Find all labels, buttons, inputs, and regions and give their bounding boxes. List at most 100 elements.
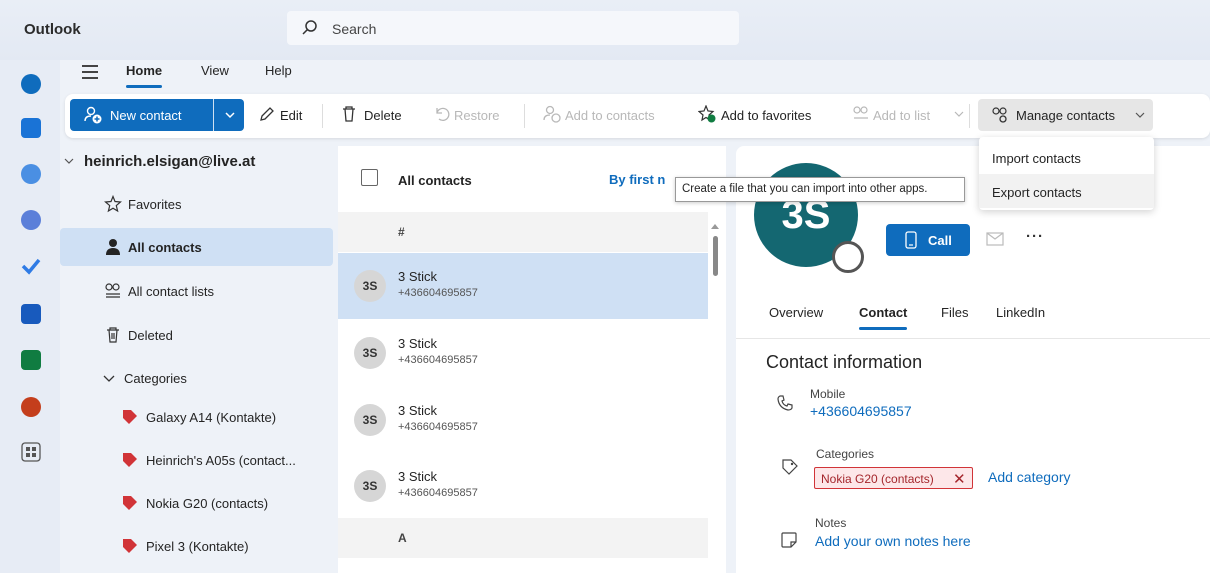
group-label: A xyxy=(398,531,407,545)
folder-all-contacts[interactable]: All contacts xyxy=(60,228,333,266)
category-label: Galaxy A14 (Kontakte) xyxy=(146,410,277,425)
scrollbar-thumb[interactable] xyxy=(713,236,718,276)
groups-app-icon[interactable] xyxy=(21,210,41,230)
contact-details: 3S Call ··· Overview Contact Files Linke… xyxy=(736,146,1210,573)
scrollbar[interactable] xyxy=(711,224,719,573)
group-header: # xyxy=(338,212,708,252)
sort-button[interactable]: By first n xyxy=(609,172,665,187)
contact-phone: +436604695857 xyxy=(398,421,478,433)
account-name[interactable]: heinrich.elsigan@live.at xyxy=(84,153,255,170)
word-app-icon[interactable] xyxy=(21,304,41,324)
folder-all-contact-lists[interactable]: All contact lists xyxy=(60,272,333,310)
folder-categories[interactable]: Categories xyxy=(60,359,333,397)
people-list-icon xyxy=(105,283,120,298)
restore-button[interactable]: Restore xyxy=(454,108,500,123)
manage-contacts-button[interactable]: Manage contacts xyxy=(978,99,1153,131)
notes-input[interactable]: Add your own notes here xyxy=(815,533,971,549)
select-all-checkbox[interactable] xyxy=(361,169,378,186)
contact-name: 3 Stick xyxy=(398,469,438,484)
contact-row[interactable]: 3S 3 Stick +436604695857 xyxy=(338,253,708,319)
search-box[interactable]: Search xyxy=(287,11,739,45)
section-title: Contact information xyxy=(766,352,923,372)
folder-pane: heinrich.elsigan@live.at Favorites All c… xyxy=(60,138,338,573)
category-item[interactable]: Pixel 3 (Kontakte) xyxy=(60,527,333,565)
scroll-up-icon[interactable] xyxy=(711,224,719,229)
category-item[interactable]: Galaxy A14 (Kontakte) xyxy=(60,398,333,436)
add-category-link[interactable]: Add category xyxy=(988,469,1071,485)
chevron-down-icon[interactable] xyxy=(64,156,74,166)
tag-icon xyxy=(123,410,137,424)
search-icon xyxy=(302,20,317,35)
close-icon[interactable]: ✕ xyxy=(953,470,966,488)
powerpoint-app-icon[interactable] xyxy=(21,397,41,417)
category-chip[interactable]: Nokia G20 (contacts) ✕ xyxy=(814,467,973,489)
list-header: All contacts By first n xyxy=(338,146,726,212)
tag-icon xyxy=(123,453,137,467)
tab-home[interactable]: Home xyxy=(126,63,163,88)
contact-row[interactable]: 3S 3 Stick +436604695857 xyxy=(338,387,708,453)
ribbon-tabs: Home View Help xyxy=(60,60,1210,94)
category-item[interactable]: Heinrich's A05s (contact... xyxy=(60,441,333,479)
category-chip-label: Nokia G20 (contacts) xyxy=(821,472,934,486)
tab-contact[interactable]: Contact xyxy=(859,305,908,330)
app-rail xyxy=(0,60,60,573)
new-contact-label: New contact xyxy=(110,108,182,123)
folder-label: Categories xyxy=(124,371,187,386)
mail-icon[interactable] xyxy=(986,232,1004,246)
chevron-down-icon xyxy=(954,111,964,117)
pencil-icon xyxy=(260,107,274,121)
tab-help[interactable]: Help xyxy=(265,63,292,78)
hamburger-menu-icon[interactable] xyxy=(82,65,98,79)
contact-phone: +436604695857 xyxy=(398,354,478,366)
chevron-down-icon[interactable] xyxy=(223,108,237,122)
tab-view[interactable]: View xyxy=(201,63,229,78)
new-contact-button[interactable]: New contact xyxy=(70,99,244,131)
tab-overview[interactable]: Overview xyxy=(769,305,823,320)
import-contacts-menu-item[interactable]: Import contacts xyxy=(979,140,1154,174)
phone-icon xyxy=(777,395,793,411)
manage-contacts-menu: Import contacts Export contacts xyxy=(979,137,1154,210)
contact-row[interactable]: 3S 3 Stick +436604695857 xyxy=(338,453,708,519)
category-item[interactable]: Nokia G20 (contacts) xyxy=(60,484,333,522)
folder-deleted[interactable]: Deleted xyxy=(60,316,333,354)
tooltip-text: Create a file that you can import into o… xyxy=(682,183,928,195)
edit-button[interactable]: Edit xyxy=(280,108,302,123)
mail-app-icon[interactable] xyxy=(21,74,41,94)
more-options-button[interactable]: ··· xyxy=(1026,228,1044,245)
avatar: 3S xyxy=(354,404,386,436)
tab-linkedin[interactable]: LinkedIn xyxy=(996,305,1045,320)
search-placeholder: Search xyxy=(332,21,377,37)
menu-item-label: Import contacts xyxy=(992,151,1081,166)
contact-name: 3 Stick xyxy=(398,336,438,351)
contact-phone: +436604695857 xyxy=(398,487,478,499)
export-contacts-menu-item[interactable]: Export contacts xyxy=(979,174,1154,208)
contact-row[interactable]: 3S 3 Stick +436604695857 xyxy=(338,320,708,386)
more-apps-icon[interactable] xyxy=(21,442,41,462)
folder-label: All contact lists xyxy=(128,284,214,299)
restore-icon xyxy=(436,107,450,122)
folder-favorites[interactable]: Favorites xyxy=(60,185,333,223)
excel-app-icon[interactable] xyxy=(21,350,41,370)
person-icon xyxy=(106,239,120,255)
tag-icon xyxy=(123,496,137,510)
tab-files[interactable]: Files xyxy=(941,305,968,320)
folder-label: Deleted xyxy=(128,328,173,343)
tag-icon xyxy=(123,539,137,553)
calendar-app-icon[interactable] xyxy=(21,118,41,138)
avatar: 3S xyxy=(354,337,386,369)
add-to-contacts-button[interactable]: Add to contacts xyxy=(565,108,655,123)
add-to-list-button[interactable]: Add to list xyxy=(873,108,930,123)
people-app-icon[interactable] xyxy=(21,164,41,184)
manage-contacts-label: Manage contacts xyxy=(1016,108,1116,123)
add-to-favorites-button[interactable]: Add to favorites xyxy=(721,108,811,123)
star-icon xyxy=(104,195,122,213)
call-button[interactable]: Call xyxy=(886,224,970,256)
group-header: A xyxy=(338,518,708,558)
mobile-label: Mobile xyxy=(810,387,846,401)
notes-label: Notes xyxy=(815,516,847,530)
contact-name: 3 Stick xyxy=(398,403,438,418)
todo-app-icon[interactable] xyxy=(21,256,41,276)
mobile-value[interactable]: +436604695857 xyxy=(810,403,912,419)
delete-button[interactable]: Delete xyxy=(364,108,402,123)
star-add-icon xyxy=(698,105,716,123)
